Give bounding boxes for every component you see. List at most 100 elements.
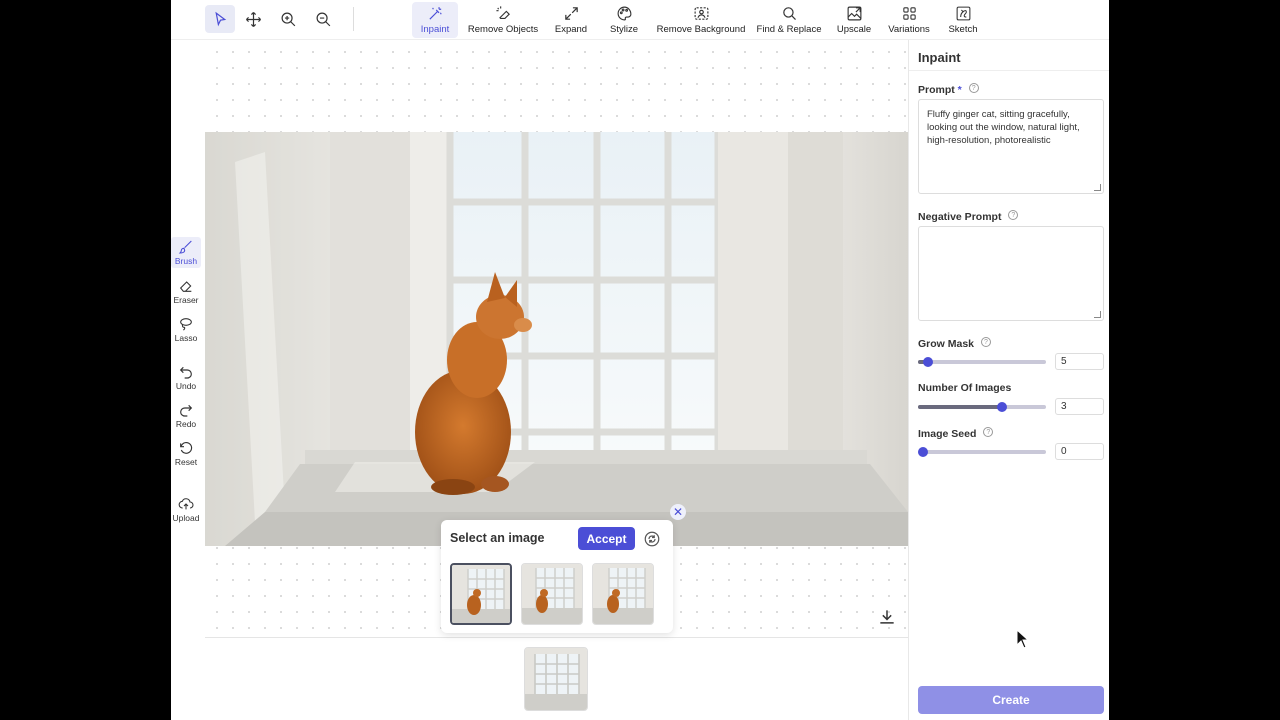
- tool-remove-background[interactable]: Remove Background: [657, 2, 745, 38]
- tool-find-replace-label: Find & Replace: [756, 24, 822, 35]
- upload-button[interactable]: Upload: [171, 494, 201, 525]
- slider-knob[interactable]: [923, 357, 934, 367]
- slider-knob[interactable]: [918, 447, 928, 457]
- select-tool-button[interactable]: [205, 5, 235, 33]
- tool-sketch-label: Sketch: [948, 24, 978, 35]
- tool-find-replace[interactable]: Find & Replace: [757, 2, 821, 38]
- required-mark: *: [957, 84, 962, 96]
- lasso-label: Lasso: [174, 333, 198, 343]
- expand-arrows-icon: [564, 7, 578, 20]
- lasso-tool-button[interactable]: Lasso: [171, 314, 201, 345]
- help-icon[interactable]: ?: [983, 427, 994, 437]
- grow-mask-slider[interactable]: [918, 357, 1046, 367]
- search-icon: [782, 7, 796, 20]
- reset-button[interactable]: Reset: [171, 438, 201, 469]
- download-icon: [880, 610, 894, 624]
- result-thumbnail-3[interactable]: [592, 563, 654, 625]
- resize-handle-icon[interactable]: [1094, 311, 1101, 318]
- history-thumbnail[interactable]: [524, 647, 588, 711]
- number-of-images-slider[interactable]: [918, 402, 1046, 412]
- number-of-images-input[interactable]: 3: [1055, 398, 1104, 415]
- brush-label: Brush: [174, 256, 198, 266]
- undo-button[interactable]: Undo: [171, 362, 201, 393]
- tool-expand[interactable]: Expand: [551, 2, 591, 38]
- tool-variations-label: Variations: [888, 24, 930, 35]
- help-icon[interactable]: ?: [1008, 210, 1019, 220]
- redo-label: Redo: [175, 419, 197, 429]
- redo-icon: [180, 404, 193, 417]
- grow-mask-label-row: Grow Mask ?: [918, 337, 991, 350]
- zoom-in-button[interactable]: [273, 5, 303, 33]
- help-icon[interactable]: ?: [968, 83, 979, 93]
- image-seed-input[interactable]: 0: [1055, 443, 1104, 460]
- close-icon: ✕: [672, 505, 684, 519]
- brush-icon: [178, 240, 192, 254]
- inpaint-panel: Inpaint Prompt * ? Fluffy ginger cat, si…: [908, 40, 1109, 720]
- tool-variations[interactable]: Variations: [885, 2, 933, 38]
- toolbar-divider: [353, 7, 354, 31]
- negative-prompt-label: Negative Prompt: [918, 211, 1002, 223]
- reset-icon: [180, 442, 193, 454]
- cat-thumbnail-image: [593, 564, 653, 624]
- download-button[interactable]: [877, 607, 897, 627]
- negative-prompt-label-row: Negative Prompt ?: [918, 210, 1019, 223]
- tool-sketch[interactable]: Sketch: [945, 2, 981, 38]
- window-cat-photo: [205, 132, 908, 546]
- tool-inpaint-label: Inpaint: [420, 24, 450, 35]
- cat-thumbnail-image: [522, 564, 582, 624]
- number-of-images-label: Number Of Images: [918, 382, 1012, 394]
- slider-knob[interactable]: [997, 402, 1008, 412]
- tool-stylize-label: Stylize: [610, 24, 638, 35]
- eraser-icon: [179, 281, 192, 292]
- prompt-label-row: Prompt * ?: [918, 83, 979, 96]
- window-photo-thumbnail: [525, 648, 587, 710]
- slider-fill: [918, 405, 1003, 409]
- panel-divider: [909, 70, 1109, 71]
- select-icon: [214, 11, 226, 26]
- result-thumbnail-2[interactable]: [521, 563, 583, 625]
- image-seed-slider[interactable]: [918, 447, 1046, 457]
- help-icon[interactable]: ?: [980, 337, 991, 347]
- resize-handle-icon[interactable]: [1094, 184, 1101, 191]
- grid-icon: [902, 7, 916, 20]
- undo-label: Undo: [175, 381, 197, 391]
- zoom-in-icon: [281, 12, 295, 26]
- close-popup-button[interactable]: ✕: [670, 504, 686, 520]
- grow-mask-label: Grow Mask: [918, 338, 975, 350]
- tool-upscale[interactable]: Upscale: [834, 2, 874, 38]
- result-thumbnail-1[interactable]: [450, 563, 512, 625]
- prompt-textarea[interactable]: Fluffy ginger cat, sitting gracefully, l…: [918, 99, 1104, 194]
- number-of-images-label-row: Number Of Images: [918, 382, 1011, 394]
- refresh-icon: [644, 531, 660, 547]
- prompt-text: Fluffy ginger cat, sitting gracefully, l…: [927, 109, 1080, 146]
- accept-button[interactable]: Accept: [578, 527, 635, 550]
- panel-title: Inpaint: [918, 50, 961, 65]
- mouse-cursor-icon: [1016, 629, 1030, 649]
- create-button[interactable]: Create: [918, 686, 1104, 714]
- eraser-sparkle-icon: [495, 6, 510, 20]
- tool-inpaint[interactable]: Inpaint: [412, 2, 458, 38]
- zoom-out-icon: [316, 12, 330, 26]
- zoom-out-button[interactable]: [308, 5, 338, 33]
- image-seed-label-row: Image Seed ?: [918, 427, 994, 440]
- canvas-image[interactable]: [205, 132, 908, 546]
- brush-tool-button[interactable]: Brush: [171, 237, 201, 268]
- select-image-popup: Select an image Accept: [441, 520, 673, 633]
- tool-stylize[interactable]: Stylize: [604, 2, 644, 38]
- move-tool-button[interactable]: [238, 5, 268, 33]
- sketch-icon: [956, 6, 970, 21]
- redo-button[interactable]: Redo: [171, 400, 201, 431]
- move-icon: [245, 11, 261, 27]
- tool-remove-objects[interactable]: Remove Objects: [468, 2, 538, 38]
- grow-mask-input[interactable]: 5: [1055, 353, 1104, 370]
- reset-label: Reset: [174, 457, 198, 467]
- upscale-image-icon: [847, 6, 861, 21]
- eraser-label: Eraser: [173, 295, 199, 305]
- tool-expand-label: Expand: [554, 24, 588, 35]
- regenerate-button[interactable]: [641, 528, 663, 550]
- popup-title: Select an image: [450, 531, 545, 545]
- image-cutout-icon: [694, 7, 708, 20]
- eraser-tool-button[interactable]: Eraser: [171, 276, 201, 307]
- negative-prompt-textarea[interactable]: [918, 226, 1104, 321]
- image-seed-label: Image Seed: [918, 428, 977, 440]
